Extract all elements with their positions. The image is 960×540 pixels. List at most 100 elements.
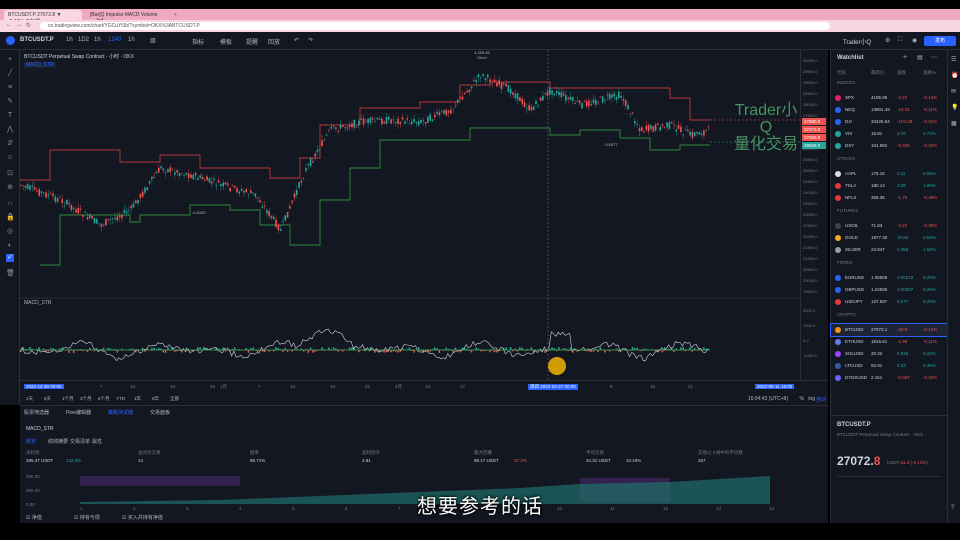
interval-1h[interactable]: 1h xyxy=(66,37,73,43)
bottom-tab[interactable]: 交易面板 xyxy=(150,409,170,416)
zoom-icon[interactable]: ⊕ xyxy=(6,184,14,192)
alert-button[interactable]: 提醒 xyxy=(246,37,258,46)
bottom-tab[interactable]: 策略测试器 xyxy=(108,409,133,416)
watchlist-row[interactable]: LTCUSD 92.91 0.33 0.36% xyxy=(831,360,948,372)
range-4[interactable]: 6个月 xyxy=(98,396,110,402)
avatar[interactable] xyxy=(6,36,15,45)
watchlist-col[interactable]: 代码 xyxy=(837,70,846,76)
settings-icon[interactable]: ⚙ xyxy=(885,37,890,44)
tester-subtab[interactable]: 属性 xyxy=(92,438,102,445)
watchlist-row[interactable]: GOLD 1977.30 10.64 0.54% xyxy=(831,232,948,244)
interval-2[interactable]: 1h xyxy=(94,37,101,43)
range-0[interactable]: 1天 xyxy=(26,396,33,402)
range-7[interactable]: 5年 xyxy=(152,396,159,402)
new-tab-button[interactable]: + xyxy=(170,10,180,20)
fullscreen-icon[interactable]: ⛶ xyxy=(898,37,902,44)
prediction-icon[interactable]: ⇵ xyxy=(6,140,14,148)
browser-tab-active[interactable]: BTCUSDT.P 27072.8 ▼ -0.12% 无标题 xyxy=(4,10,82,25)
watchlist-col[interactable]: 涨跌 xyxy=(897,70,906,76)
brush-icon[interactable]: ✎ xyxy=(6,98,14,106)
symbol-search[interactable]: BTCUSDT.P xyxy=(20,37,54,43)
watchlist-row[interactable]: NFLX 365.36 -1.76 -0.48% xyxy=(831,192,948,204)
browser-tab[interactable]: [Bar]Q Impulse MACD Volume — Ind... xyxy=(86,10,166,24)
watchlist-section[interactable]: INDICES xyxy=(837,80,855,85)
crosshair-icon[interactable]: + xyxy=(6,56,14,64)
scale-percent[interactable]: % xyxy=(800,396,804,402)
layout-name[interactable]: Trader小Q xyxy=(843,37,871,46)
publish-button[interactable]: 发布 xyxy=(924,36,956,46)
watchlist-row[interactable]: DJI 33426.64 -104.28 -0.31% xyxy=(831,116,948,128)
watchlist-section[interactable]: CRYPTO xyxy=(837,312,856,317)
replay-button[interactable]: 回放 xyxy=(268,37,280,46)
watchlist-row[interactable]: TSLA 180.14 3.28 1.86% xyxy=(831,180,948,192)
watchlist-row[interactable]: USOIL 71.83 -0.27 -0.38% xyxy=(831,220,948,232)
watchlist-row[interactable]: USDJPY 137.597 0.277 0.20% xyxy=(831,296,948,308)
redo-icon[interactable]: ↷ xyxy=(308,37,313,44)
watchlist-col[interactable]: 最新价 xyxy=(871,70,885,76)
chart-legend-indicator[interactable]: MACD_STR xyxy=(24,62,56,68)
watchlist-section[interactable]: FUTURES xyxy=(837,208,858,213)
tester-subtab[interactable]: 绩效摘要 xyxy=(48,438,68,445)
range-5[interactable]: YTD xyxy=(116,396,125,401)
add-symbol-icon[interactable]: + xyxy=(903,54,907,61)
time-axis[interactable]: 2022-12-30 00:00 7 13 19 26 1月 7 13 19 26 4月 13 17 周四… xyxy=(20,380,828,394)
price-chart[interactable]: BTCUSDT Perpetual Swap Contract · 小时 · O… xyxy=(19,50,800,380)
watchlist-col[interactable]: 涨跌% xyxy=(923,70,936,76)
bottom-tab[interactable]: Pine编辑器 xyxy=(66,409,91,416)
tester-subtab[interactable]: 概览 xyxy=(26,438,36,445)
watchlist-row[interactable]: NDQ 13801.49 -15.31 -0.11% xyxy=(831,104,948,116)
pattern-icon[interactable]: ⋀ xyxy=(6,126,14,134)
range-2[interactable]: 1个月 xyxy=(62,396,74,402)
watchlist-title[interactable]: Watchlist xyxy=(837,55,863,61)
watchlist-row[interactable]: SILVER 23.847 0.358 1.53% xyxy=(831,244,948,256)
range-1[interactable]: 5天 xyxy=(44,396,51,402)
emoji-icon[interactable]: ☺ xyxy=(6,154,14,162)
layout-icon[interactable]: ▤ xyxy=(917,54,923,61)
watchlist-row[interactable]: GBPUSD 1.24585 0.00307 0.25% xyxy=(831,284,948,296)
templates-button[interactable]: 模板 xyxy=(220,37,232,46)
scale-log[interactable]: log xyxy=(808,396,815,402)
undo-icon[interactable]: ↶ xyxy=(294,37,299,44)
scale-auto[interactable]: 自动 xyxy=(816,396,826,403)
candle-type-icon[interactable]: ▥ xyxy=(150,37,156,44)
more-icon[interactable]: ⋯ xyxy=(931,54,937,61)
watchlist-row[interactable]: SPX 4195.95 -4.27 -0.14% xyxy=(831,92,948,104)
url-field[interactable]: cn.tradingview.com/chart/YGCuYfJb/?symbo… xyxy=(40,22,830,30)
trash-icon[interactable]: 🗑 xyxy=(6,270,15,278)
calendar-icon[interactable]: ▦ xyxy=(951,120,957,127)
macd-legend[interactable]: MACD_STR xyxy=(24,300,52,306)
watchlist-row[interactable]: AAPL 175.16 0.11 0.06% xyxy=(831,168,948,180)
reload-icon[interactable]: ↻ xyxy=(26,22,31,29)
back-icon[interactable]: ← xyxy=(6,22,12,28)
lock-icon[interactable]: 🔒 xyxy=(6,214,15,222)
hide-icon[interactable]: ◐ xyxy=(6,242,14,250)
bottom-tab[interactable]: 股票筛选器 xyxy=(24,409,49,416)
fib-icon[interactable]: ≡ xyxy=(6,84,14,92)
watchlist-row[interactable]: DXY 101.992 -0.329 -0.32% xyxy=(831,140,948,152)
watchlist-row[interactable]: VIX 16.81 0.76 4.74% xyxy=(831,128,948,140)
watchlist-section[interactable]: STOCKS xyxy=(837,156,855,161)
watchlist-section[interactable]: FOREX xyxy=(837,260,853,265)
interval-4[interactable]: 1h xyxy=(128,37,135,43)
tester-subtab[interactable]: 交易清单 xyxy=(70,438,90,445)
price-axis[interactable]: 30000.0 29500.0 29000.0 28500.0 28000.0 27500… xyxy=(800,50,828,380)
eye-icon[interactable]: ◎ xyxy=(6,228,14,236)
magnet-icon[interactable]: ∩ xyxy=(6,200,14,208)
watchlist-row[interactable]: BTCUSD 27072.1 -32.9 -0.12% xyxy=(830,323,949,337)
watchlist-row[interactable]: SOLUSD 20.32 0.046 0.23% xyxy=(831,348,948,360)
alerts-icon[interactable]: ⏰ xyxy=(951,72,958,79)
range-6[interactable]: 1年 xyxy=(134,396,141,402)
range-8[interactable]: 全部 xyxy=(170,396,179,402)
camera-icon[interactable]: ◉ xyxy=(912,37,917,44)
trendline-icon[interactable]: ╱ xyxy=(6,70,14,78)
interval-3[interactable]: 1240 xyxy=(108,37,121,43)
ideas-icon[interactable]: 💡 xyxy=(951,104,958,111)
ruler-icon[interactable]: ⊡ xyxy=(6,170,14,178)
range-3[interactable]: 3个月 xyxy=(80,396,92,402)
text-icon[interactable]: T xyxy=(6,112,14,120)
strategy-name[interactable]: MACD_STR xyxy=(26,426,54,432)
watchlist-row[interactable]: DYDXUSD 2.151 -0.007 -0.32% xyxy=(831,372,948,384)
indicators-button[interactable]: 指标 xyxy=(192,37,204,46)
detail-symbol[interactable]: BTCUSDT.P xyxy=(837,422,871,428)
stay-drawing-icon[interactable]: ✓ xyxy=(6,254,14,262)
